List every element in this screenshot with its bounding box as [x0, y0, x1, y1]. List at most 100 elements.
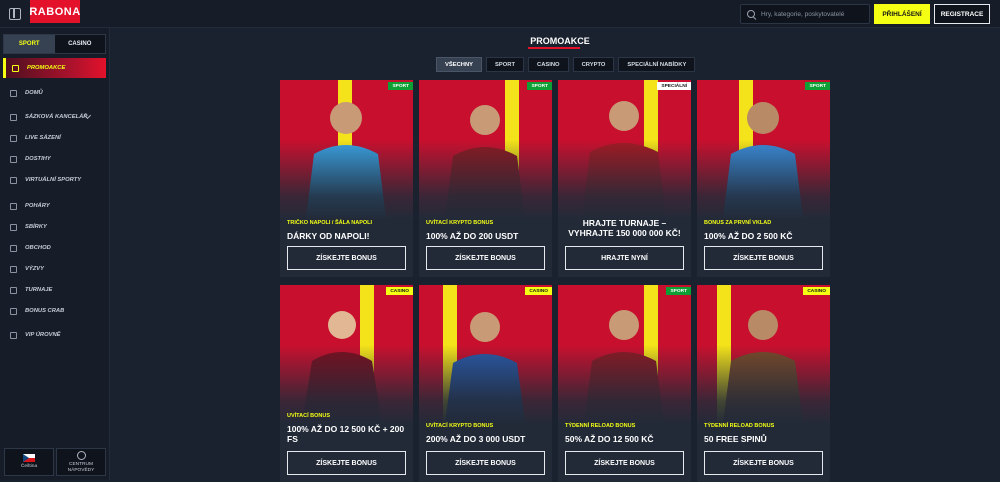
claim-bonus-button[interactable]: ZÍSKEJTE BONUS — [565, 451, 684, 475]
play-now-button[interactable]: HRAJTE NYNÍ — [565, 246, 684, 270]
promo-subtitle: UVÍTACÍ KRYPTO BONUS — [426, 423, 494, 429]
promo-headline: 100% AŽ DO 2 500 KČ — [704, 231, 793, 241]
promo-artwork — [280, 80, 413, 218]
category-badge: CASINO — [386, 287, 413, 295]
claim-bonus-button[interactable]: ZÍSKEJTE BONUS — [704, 246, 823, 270]
sidebar-item-label: SBÍRKY — [25, 224, 47, 230]
category-badge: SPORT — [388, 82, 413, 90]
promo-card[interactable]: CASINO UVÍTACÍ KRYPTO BONUS 200% AŽ DO 3… — [419, 285, 552, 482]
sidebar-item-label: VIP ÚROVNĚ — [25, 332, 61, 338]
help-icon — [76, 450, 86, 460]
sidebar-item-sazkova-kancelar[interactable]: SÁZKOVÁ KANCELÁŘ — [10, 110, 100, 124]
virtual-icon — [10, 176, 17, 184]
register-button[interactable]: REGISTRACE — [934, 4, 990, 24]
live-icon — [10, 134, 17, 142]
sidebar-item-label: POHÁRY — [25, 203, 50, 209]
category-badge: SPORT — [527, 82, 552, 90]
sidebar-item-label: PROMOAKCE — [27, 65, 66, 71]
help-center-button[interactable]: CENTRUM NÁPOVĚDY — [56, 448, 106, 476]
promo-card[interactable]: SPORT TÝDENNÍ RELOAD BONUS 50% AŽ DO 12 … — [558, 285, 691, 482]
top-bar: RABONA PŘIHLÁŠENÍ REGISTRACE — [0, 0, 1000, 28]
claim-bonus-button[interactable]: ZÍSKEJTE BONUS — [426, 246, 545, 270]
sidebar-item-sbirky[interactable]: SBÍRKY — [10, 220, 100, 234]
promo-subtitle: TÝDENNÍ RELOAD BONUS — [704, 423, 775, 429]
sidebar-item-vyzvy[interactable]: VÝZVY — [10, 262, 100, 276]
promo-headline: DÁRKY OD NAPOLI! — [287, 231, 370, 241]
search-icon — [747, 10, 755, 18]
sidebar-item-obchod[interactable]: OBCHOD — [10, 241, 100, 255]
sidebar-item-pohary[interactable]: POHÁRY — [10, 199, 100, 213]
ticket-icon — [10, 113, 17, 121]
category-badge: SPORT — [805, 82, 830, 90]
promo-artwork — [558, 80, 691, 218]
filter-vsechny[interactable]: VŠECHNY — [436, 57, 483, 72]
search-box[interactable] — [740, 4, 870, 24]
logo[interactable]: RABONA — [29, 0, 80, 23]
promo-card[interactable]: SPORT UVÍTACÍ KRYPTO BONUS 100% AŽ DO 20… — [419, 80, 552, 277]
sidebar-item-dostihy[interactable]: DOSTIHY — [10, 152, 100, 166]
claim-bonus-button[interactable]: ZÍSKEJTE BONUS — [704, 451, 823, 475]
cart-icon — [10, 244, 17, 252]
filter-crypto[interactable]: CRYPTO — [572, 57, 615, 72]
claim-bonus-button[interactable]: ZÍSKEJTE BONUS — [287, 451, 406, 475]
category-badge: CASINO — [525, 287, 552, 295]
login-button[interactable]: PŘIHLÁŠENÍ — [874, 4, 930, 24]
sidebar: SPORT CASINO PROMOAKCE DOMŮ SÁZKOVÁ KANC… — [0, 28, 110, 480]
sidebar-item-label: BONUS CRAB — [25, 308, 65, 314]
tab-sport[interactable]: SPORT — [4, 35, 55, 53]
tab-casino[interactable]: CASINO — [54, 35, 105, 53]
sidebar-item-vip-urovne[interactable]: VIP ÚROVNĚ — [10, 328, 100, 342]
promo-headline: 50 FREE SPINŮ — [704, 434, 767, 444]
sport-casino-switch: SPORT CASINO — [3, 34, 106, 54]
help-label-line1: CENTRUM — [69, 461, 93, 467]
sidebar-toggle-icon[interactable] — [9, 8, 21, 20]
promo-artwork — [419, 285, 552, 423]
help-label-line2: NÁPOVĚDY — [67, 467, 95, 473]
filter-specialni-nabidky[interactable]: SPECIÁLNÍ NABÍDKY — [618, 57, 696, 72]
sidebar-item-label: DOSTIHY — [25, 156, 51, 162]
art-fade — [419, 345, 552, 423]
claim-bonus-button[interactable]: ZÍSKEJTE BONUS — [426, 451, 545, 475]
promo-card[interactable]: SPECIÁLNÍ HRAJTE TURNAJE – VYHRAJTE 150 … — [558, 80, 691, 277]
filter-sport[interactable]: SPORT — [486, 57, 525, 72]
art-fade — [697, 345, 830, 423]
filter-tabs: VŠECHNY SPORT CASINO CRYPTO SPECIÁLNÍ NA… — [436, 57, 696, 72]
sidebar-item-live-sazeni[interactable]: LIVE SÁZENÍ — [10, 131, 100, 145]
art-fade — [419, 140, 552, 218]
home-icon — [10, 89, 17, 97]
promo-card[interactable]: CASINO UVÍTACÍ BONUS 100% AŽ DO 12 500 K… — [280, 285, 413, 482]
language-label: Čeština — [20, 464, 38, 470]
art-fade — [280, 345, 413, 423]
promo-artwork — [419, 80, 552, 218]
language-button[interactable]: Čeština — [4, 448, 54, 476]
collection-icon — [10, 223, 17, 231]
claim-bonus-button[interactable]: ZÍSKEJTE BONUS — [287, 246, 406, 270]
czech-flag-icon — [23, 454, 35, 463]
category-badge: SPORT — [666, 287, 691, 295]
art-fade — [697, 140, 830, 218]
promo-card[interactable]: SPORT BONUS ZA PRVNÍ VKLAD 100% AŽ DO 2 … — [697, 80, 830, 277]
sidebar-item-label: OBCHOD — [25, 245, 51, 251]
sidebar-item-domu[interactable]: DOMŮ — [10, 86, 100, 100]
art-fade — [558, 345, 691, 423]
category-badge: SPECIÁLNÍ — [657, 82, 691, 90]
sidebar-item-turnaje[interactable]: TURNAJE — [10, 283, 100, 297]
trophy-icon — [10, 202, 17, 210]
promo-card[interactable]: CASINO TÝDENNÍ RELOAD BONUS 50 FREE SPIN… — [697, 285, 830, 482]
tournament-icon — [10, 286, 17, 294]
sidebar-item-promoakce[interactable]: PROMOAKCE — [3, 58, 106, 78]
page-title: PROMOAKCE — [530, 36, 590, 46]
sidebar-item-label: SÁZKOVÁ KANCELÁŘ — [25, 114, 88, 120]
sidebar-item-virtualni-sporty[interactable]: VIRTUÁLNÍ SPORTY — [10, 173, 100, 187]
promo-artwork — [697, 80, 830, 218]
promo-card[interactable]: SPORT TRIČKO NAPOLI / ŠÁLA NAPOLI DÁRKY … — [280, 80, 413, 277]
sidebar-item-label: VÝZVY — [25, 266, 45, 272]
search-input[interactable] — [761, 10, 869, 18]
filter-casino[interactable]: CASINO — [528, 57, 569, 72]
promo-headline: 200% AŽ DO 3 000 USDT — [426, 434, 526, 444]
sidebar-item-bonus-crab[interactable]: BONUS CRAB — [10, 304, 100, 318]
promo-artwork — [558, 285, 691, 423]
promo-artwork — [280, 285, 413, 423]
crab-icon — [10, 307, 17, 315]
sidebar-item-label: VIRTUÁLNÍ SPORTY — [25, 177, 82, 183]
